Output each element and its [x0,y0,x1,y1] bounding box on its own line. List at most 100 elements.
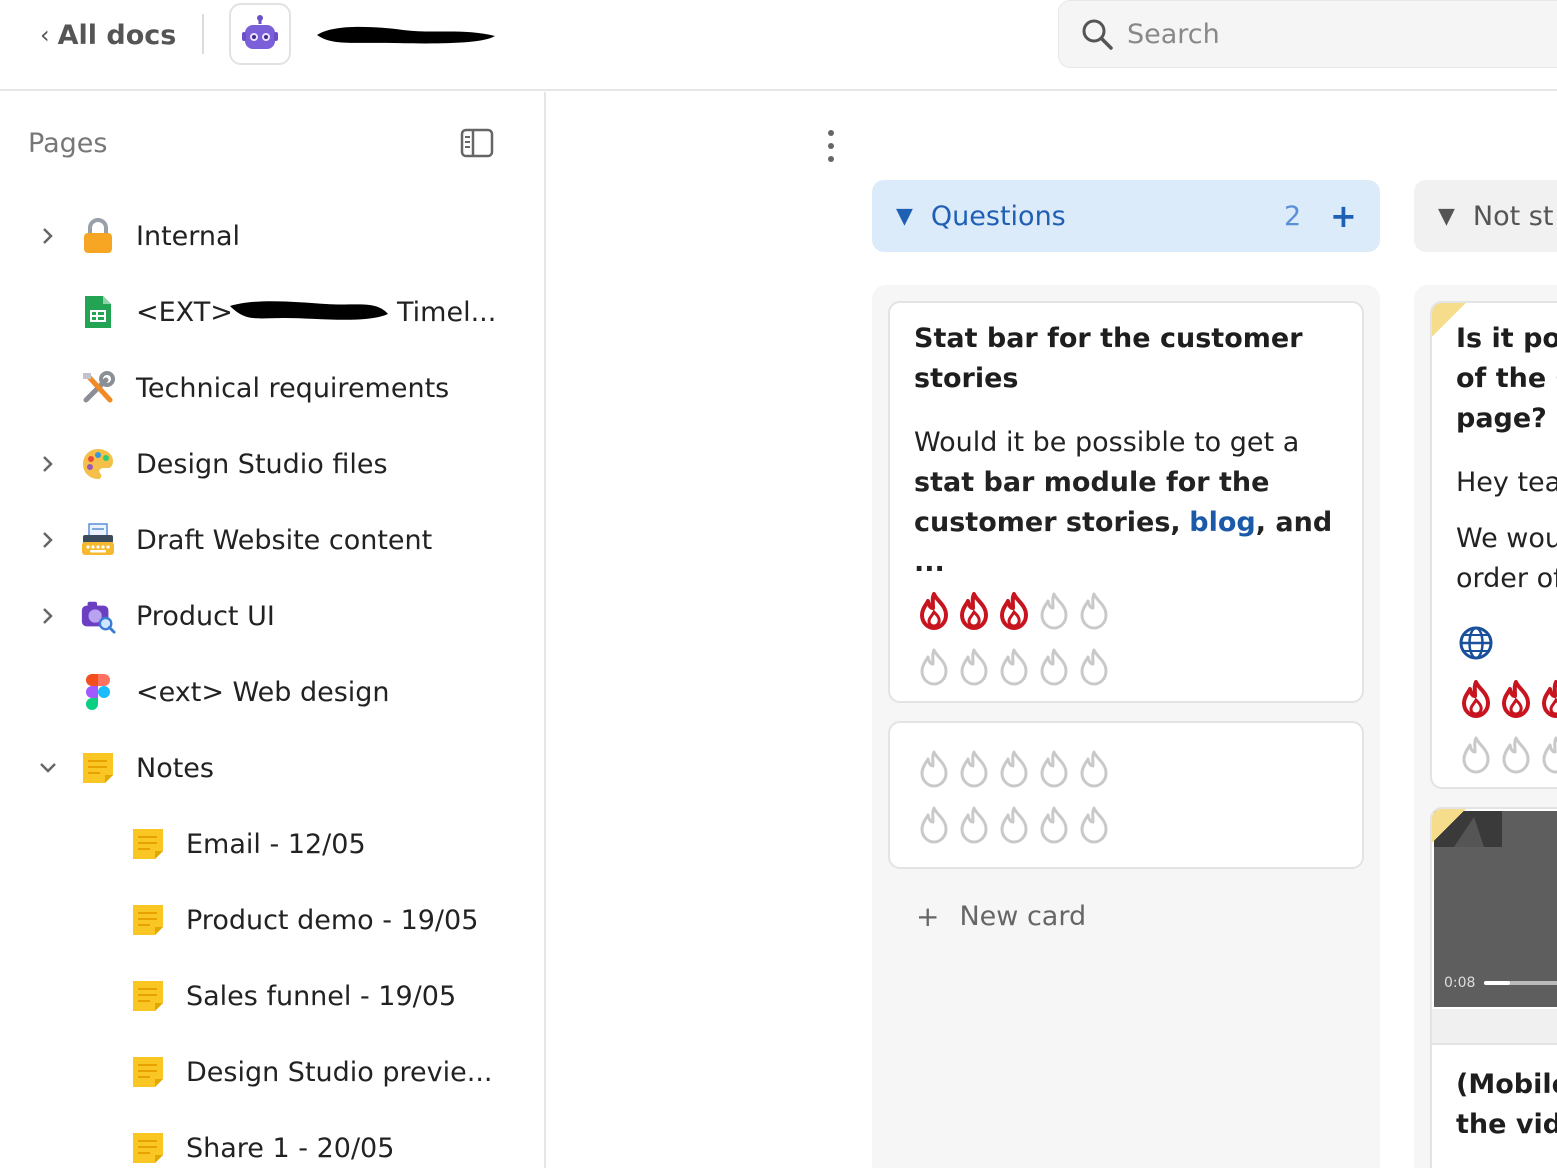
flame-empty-icon[interactable] [916,647,952,687]
column-title: Questions [930,200,1066,232]
sidebar-item-label: Internal [136,220,241,252]
flame-empty-icon[interactable] [1036,805,1072,845]
flame-empty-icon[interactable] [1036,749,1072,789]
sidebar-item-label: Share 1 - 20/05 [186,1132,395,1164]
lock-icon [80,218,116,254]
rating-row[interactable] [1458,679,1557,719]
flame-filled-icon[interactable] [1498,679,1534,719]
flame-empty-icon[interactable] [996,805,1032,845]
redacted-mark [230,301,388,320]
card-question-order[interactable]: Is it pos of the C page? Hey tea We wou … [1430,301,1557,789]
rating-row[interactable] [916,805,1112,845]
sidebar-item-design-studio-preview[interactable]: Design Studio previe... [0,1044,540,1100]
globe-icon[interactable] [1458,625,1494,661]
sidebar-item-label: Technical requirements [136,372,450,404]
search-icon [1082,19,1113,50]
all-docs-label: All docs [57,19,177,51]
new-card-label: New card [959,901,1087,932]
sidebar-item-ext-timeline[interactable]: <EXT> Timel... [0,284,540,340]
flame-empty-icon[interactable] [1076,647,1112,687]
card-untitled[interactable] [888,721,1364,869]
card-mobile-video[interactable]: 0:08 (Mobile) the vide [1430,807,1557,1168]
rating-row[interactable] [916,749,1112,789]
collapse-triangle-icon[interactable]: ▼ [896,204,913,229]
typewriter-icon [80,522,116,558]
chevron-right-icon[interactable] [36,452,60,476]
search-bar[interactable] [1058,0,1557,68]
flame-empty-icon[interactable] [996,647,1032,687]
sidebar-item-label: <EXT> [136,296,233,328]
sidebar-item-email-1205[interactable]: Email - 12/05 [0,816,540,872]
card-title: Is it pos of the C page? [1456,323,1557,434]
chevron-right-icon[interactable] [36,604,60,628]
column-header-questions[interactable]: ▼ Questions 2 + [872,180,1380,252]
note-icon [130,826,166,862]
flame-empty-icon[interactable] [1538,735,1557,775]
search-input[interactable] [1127,18,1487,50]
flame-empty-icon[interactable] [916,749,952,789]
sidebar-item-internal[interactable]: Internal [0,208,540,264]
collapse-triangle-icon[interactable]: ▼ [1438,204,1455,229]
chevron-right-icon[interactable] [36,528,60,552]
sidebar-item-label: Email - 12/05 [186,828,366,860]
sidebar-item-sales-funnel[interactable]: Sales funnel - 19/05 [0,968,540,1024]
flame-empty-icon[interactable] [956,749,992,789]
flame-empty-icon[interactable] [1076,805,1112,845]
flame-filled-icon[interactable] [1538,679,1557,719]
flame-filled-icon[interactable] [956,591,992,631]
sidebar-item-draft-website-content[interactable]: Draft Website content [0,512,540,568]
column-header-not-started[interactable]: ▼ Not st [1414,180,1557,252]
flame-empty-icon[interactable] [916,805,952,845]
note-icon [130,978,166,1014]
camera-icon [80,598,116,634]
palette-icon [80,446,116,482]
flame-empty-icon[interactable] [1498,735,1534,775]
column-count: 2 [1284,200,1302,232]
video-progress[interactable] [1484,981,1557,985]
flame-empty-icon[interactable] [1076,749,1112,789]
sidebar-item-web-design[interactable]: <ext> Web design [0,664,540,720]
flame-empty-icon[interactable] [956,647,992,687]
sidebar-item-share-1[interactable]: Share 1 - 20/05 [0,1120,540,1168]
note-icon [130,1130,166,1166]
card-stat-bar[interactable]: Stat bar for the customer stories Would … [888,301,1364,703]
blog-link[interactable]: blog [1189,507,1255,538]
card-title: Stat bar for the customer stories [914,323,1303,394]
column-title: Not st [1472,200,1554,232]
note-icon [80,750,116,786]
flame-empty-icon[interactable] [956,805,992,845]
rating-row[interactable] [916,591,1112,631]
sidebar-toggle-icon[interactable] [460,128,494,158]
spreadsheet-icon [80,294,116,330]
sidebar-item-technical-requirements[interactable]: Technical requirements [0,360,540,416]
sidebar-item-product-ui[interactable]: Product UI [0,588,540,644]
flame-empty-icon[interactable] [1076,591,1112,631]
sidebar-item-design-studio-files[interactable]: Design Studio files [0,436,540,492]
sidebar-item-label: Design Studio previe... [186,1056,493,1088]
sidebar-item-notes[interactable]: Notes [0,740,540,796]
chevron-down-icon[interactable] [36,756,60,780]
sidebar-item-label: <ext> Web design [136,676,390,708]
tools-icon [80,370,116,406]
sidebar-item-label: Notes [136,752,214,784]
rating-row[interactable] [1458,735,1557,775]
flame-empty-icon[interactable] [1036,647,1072,687]
chevron-right-icon[interactable] [36,224,60,248]
sidebar-item-product-demo[interactable]: Product demo - 19/05 [0,892,540,948]
flame-empty-icon[interactable] [1458,735,1494,775]
pages-heading: Pages [28,128,108,159]
doc-icon-button[interactable] [229,3,291,65]
add-card-icon[interactable]: + [1330,197,1357,235]
flame-filled-icon[interactable] [916,591,952,631]
sidebar-item-label: Design Studio files [136,448,388,480]
rating-row[interactable] [916,647,1112,687]
flame-empty-icon[interactable] [1036,591,1072,631]
all-docs-link[interactable]: ‹ All docs [40,16,176,54]
new-card-button[interactable]: + New card [916,900,1086,933]
flame-filled-icon[interactable] [1458,679,1494,719]
note-icon [130,1054,166,1090]
board-more-menu[interactable] [820,130,842,162]
flame-empty-icon[interactable] [996,749,1032,789]
flame-filled-icon[interactable] [996,591,1032,631]
doc-title-redacted [317,26,495,44]
